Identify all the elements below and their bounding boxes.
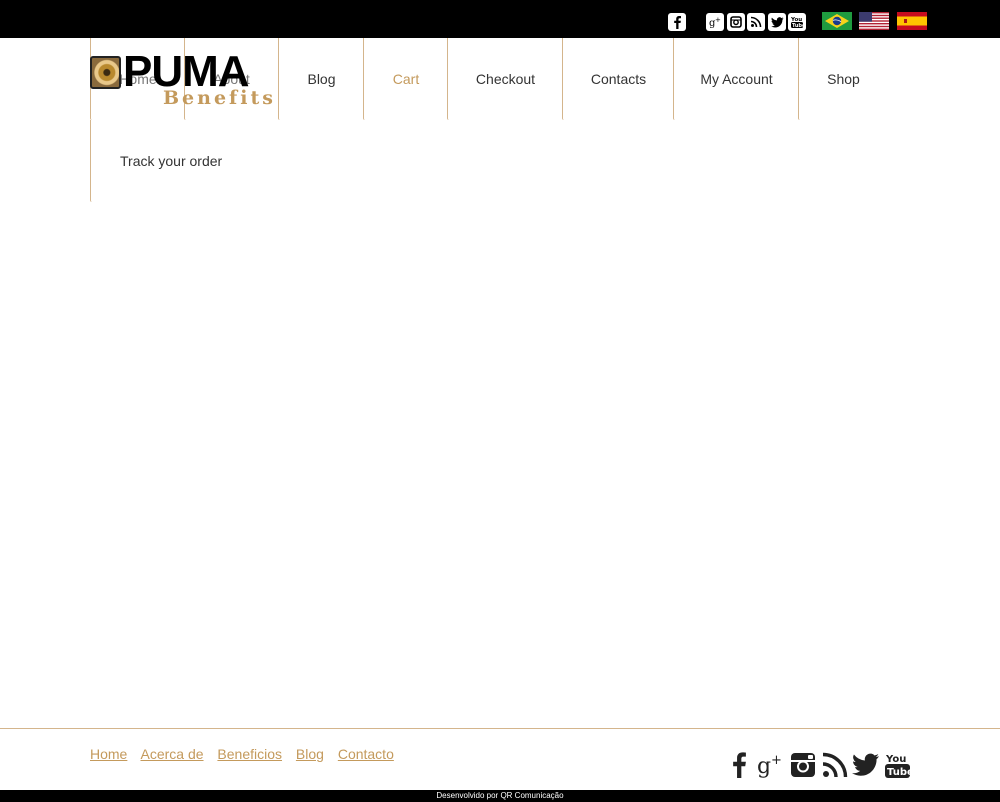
nav-item-shop[interactable]: Shop xyxy=(798,38,888,120)
svg-text:Tube: Tube xyxy=(887,767,912,778)
footer-twitter-icon[interactable] xyxy=(852,750,880,780)
nav-item-checkout[interactable]: Checkout xyxy=(447,38,563,120)
logo-tagline: Benefits xyxy=(163,87,276,109)
nav-item-contacts[interactable]: Contacts xyxy=(562,38,674,120)
footer-google-plus-icon[interactable]: g + xyxy=(756,750,784,780)
instagram-icon[interactable] xyxy=(727,13,745,31)
developer-credit[interactable]: Desenvolvido por QR Comunicação xyxy=(0,790,1000,802)
svg-text:You: You xyxy=(885,754,906,765)
puma-eye-icon xyxy=(90,56,121,89)
footer-link-benefits[interactable]: Beneficios xyxy=(217,746,282,762)
top-bar: g + You Tube xyxy=(0,0,1000,38)
nav-item-track-order[interactable]: Track your order xyxy=(90,120,250,202)
twitter-icon[interactable] xyxy=(768,13,786,31)
svg-text:+: + xyxy=(771,753,782,768)
footer-link-contact[interactable]: Contacto xyxy=(338,746,394,762)
footer-divider xyxy=(0,728,1000,729)
footer-link-home[interactable]: Home xyxy=(90,746,127,762)
bottom-bar: Desenvolvido por QR Comunicação xyxy=(0,790,1000,802)
flag-spain-icon[interactable] xyxy=(897,12,927,30)
footer-links: Home Acerca de Beneficios Blog Contacto xyxy=(90,746,404,762)
facebook-icon[interactable] xyxy=(668,13,686,31)
svg-text:g: g xyxy=(757,754,771,779)
footer-instagram-icon[interactable] xyxy=(790,750,816,780)
site-logo[interactable]: PUMA Benefits xyxy=(90,50,280,110)
youtube-icon[interactable]: You Tube xyxy=(788,13,806,31)
footer-rss-icon[interactable] xyxy=(822,750,848,780)
google-plus-icon[interactable]: g + xyxy=(706,13,724,31)
svg-text:+: + xyxy=(715,16,721,24)
footer-link-blog[interactable]: Blog xyxy=(296,746,324,762)
svg-text:Tube: Tube xyxy=(792,23,804,29)
nav-item-cart[interactable]: Cart xyxy=(363,38,448,120)
flag-usa-icon[interactable] xyxy=(859,12,889,30)
flag-brazil-icon[interactable] xyxy=(822,12,852,30)
footer-youtube-icon[interactable]: You Tube xyxy=(884,750,912,780)
footer-link-about[interactable]: Acerca de xyxy=(140,746,203,762)
nav-item-my-account[interactable]: My Account xyxy=(673,38,799,120)
footer-facebook-icon[interactable] xyxy=(730,750,748,780)
rss-icon[interactable] xyxy=(747,13,765,31)
nav-item-blog[interactable]: Blog xyxy=(278,38,364,120)
